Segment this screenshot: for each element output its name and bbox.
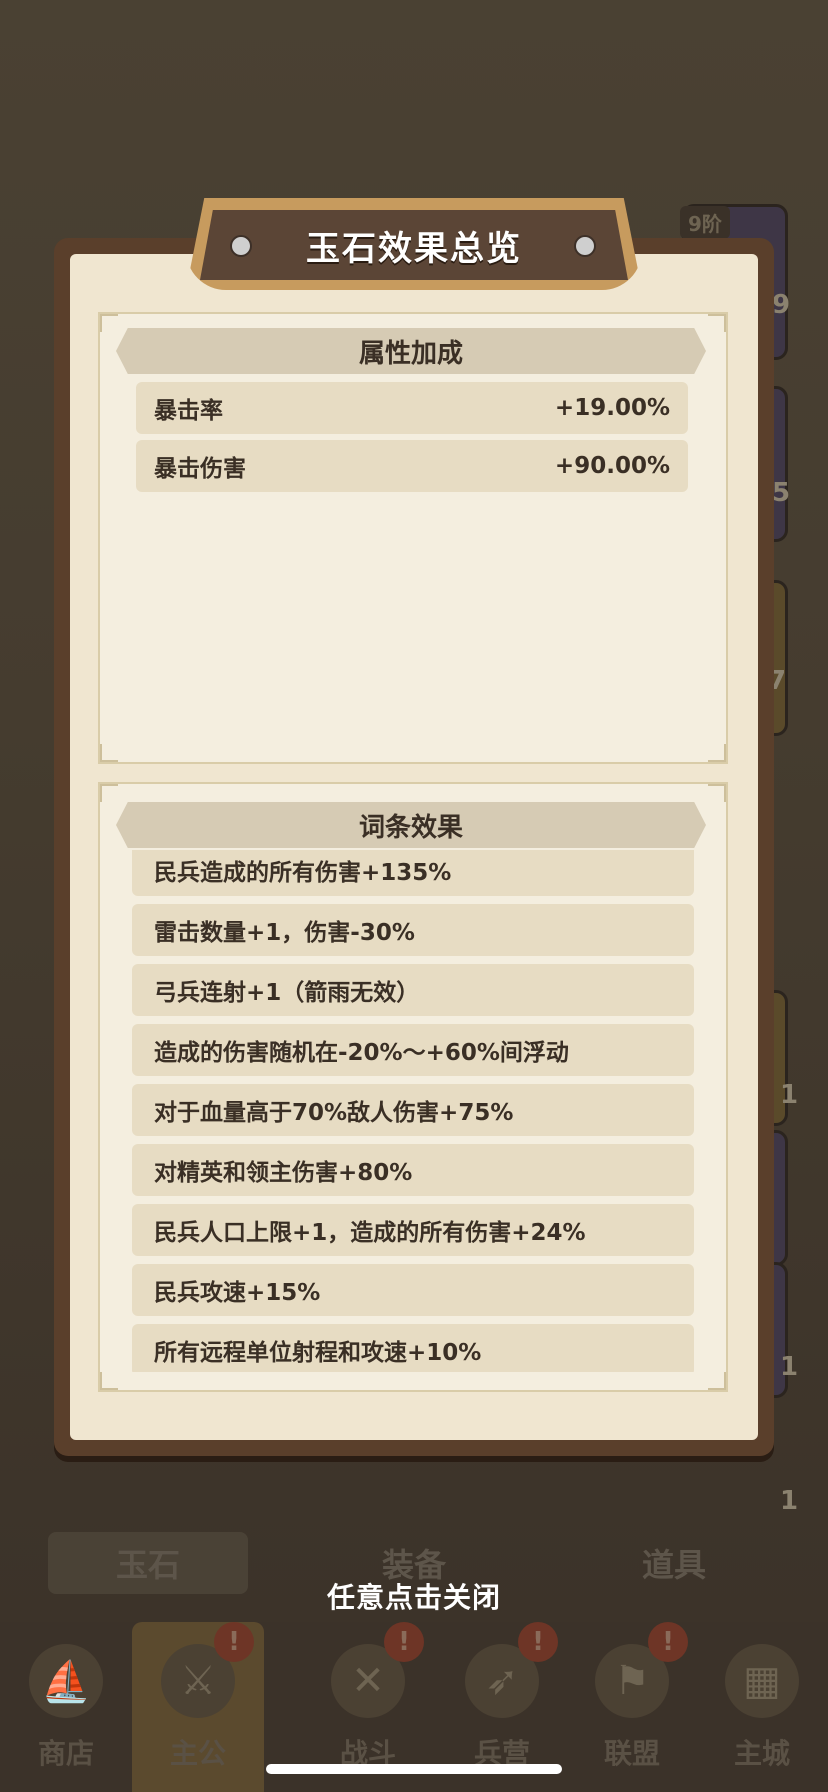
modal-title: 玉石效果总览 xyxy=(306,228,522,269)
corner-ornament xyxy=(100,784,118,802)
attribute-value: +90.00% xyxy=(554,453,670,479)
effect-row: 弓兵连射+1（箭雨无效） xyxy=(132,964,694,1016)
bg-count: 1 xyxy=(780,1352,799,1382)
nav-alliance[interactable]: ! ⚑ 联盟 xyxy=(566,1622,698,1792)
nav-city[interactable]: ▦ 主城 xyxy=(696,1622,828,1792)
attribute-label: 暴击率 xyxy=(154,398,223,424)
map-icon: ▦ xyxy=(725,1644,799,1718)
corner-ornament xyxy=(100,744,118,762)
bg-count: 1 xyxy=(780,1486,799,1516)
corner-ornament xyxy=(708,1372,726,1390)
nav-label: 联盟 xyxy=(603,1737,660,1770)
nav-label: 商店 xyxy=(37,1737,94,1770)
effect-row: 对于血量高于70%敌人伤害+75% xyxy=(132,1084,694,1136)
effect-row: 民兵人口上限+1，造成的所有伤害+24% xyxy=(132,1204,694,1256)
corner-ornament xyxy=(100,1372,118,1390)
corner-ornament xyxy=(708,784,726,802)
effect-row: 民兵攻速+15% xyxy=(132,1264,694,1316)
shop-icon: ⛵ xyxy=(29,1644,103,1718)
alert-icon: ! xyxy=(384,1622,424,1662)
nav-label: 主公 xyxy=(169,1737,226,1770)
home-indicator[interactable] xyxy=(266,1764,562,1774)
attribute-label: 暴击伤害 xyxy=(154,456,246,482)
effects-header: 词条效果 xyxy=(116,802,706,848)
effect-row: 雷击数量+1，伤害-30% xyxy=(132,904,694,956)
bg-count: 1 xyxy=(780,1080,799,1110)
bg-count: 9 xyxy=(772,290,791,320)
attribute-value: +19.00% xyxy=(554,395,670,421)
alert-icon: ! xyxy=(648,1622,688,1662)
effects-list[interactable]: 民兵造成的所有伤害+135% 雷击数量+1，伤害-30% 弓兵连射+1（箭雨无效… xyxy=(132,850,694,1372)
bg-count: 5 xyxy=(772,478,791,508)
attribute-row: 暴击伤害 +90.00% xyxy=(136,440,688,492)
nav-label: 主城 xyxy=(733,1737,790,1770)
effect-row: 对精英和领主伤害+80% xyxy=(132,1144,694,1196)
effect-row: 民兵造成的所有伤害+135% xyxy=(132,850,694,896)
bg-tier-badge: 9阶 xyxy=(680,206,730,239)
alert-icon: ! xyxy=(214,1622,254,1662)
corner-ornament xyxy=(708,314,726,332)
attributes-section xyxy=(98,312,728,764)
nav-lord[interactable]: ! ⚔ 主公 xyxy=(132,1622,264,1792)
attribute-row: 暴击率 +19.00% xyxy=(136,382,688,434)
effect-row: 造成的伤害随机在-20%～+60%间浮动 xyxy=(132,1024,694,1076)
effect-row: 所有远程单位射程和攻速+10% xyxy=(132,1324,694,1372)
close-hint[interactable]: 任意点击关闭 xyxy=(0,1576,828,1616)
corner-ornament xyxy=(708,744,726,762)
nav-shop[interactable]: ⛵ 商店 xyxy=(0,1622,132,1792)
corner-ornament xyxy=(100,314,118,332)
attributes-header: 属性加成 xyxy=(116,328,706,374)
alert-icon: ! xyxy=(518,1622,558,1662)
